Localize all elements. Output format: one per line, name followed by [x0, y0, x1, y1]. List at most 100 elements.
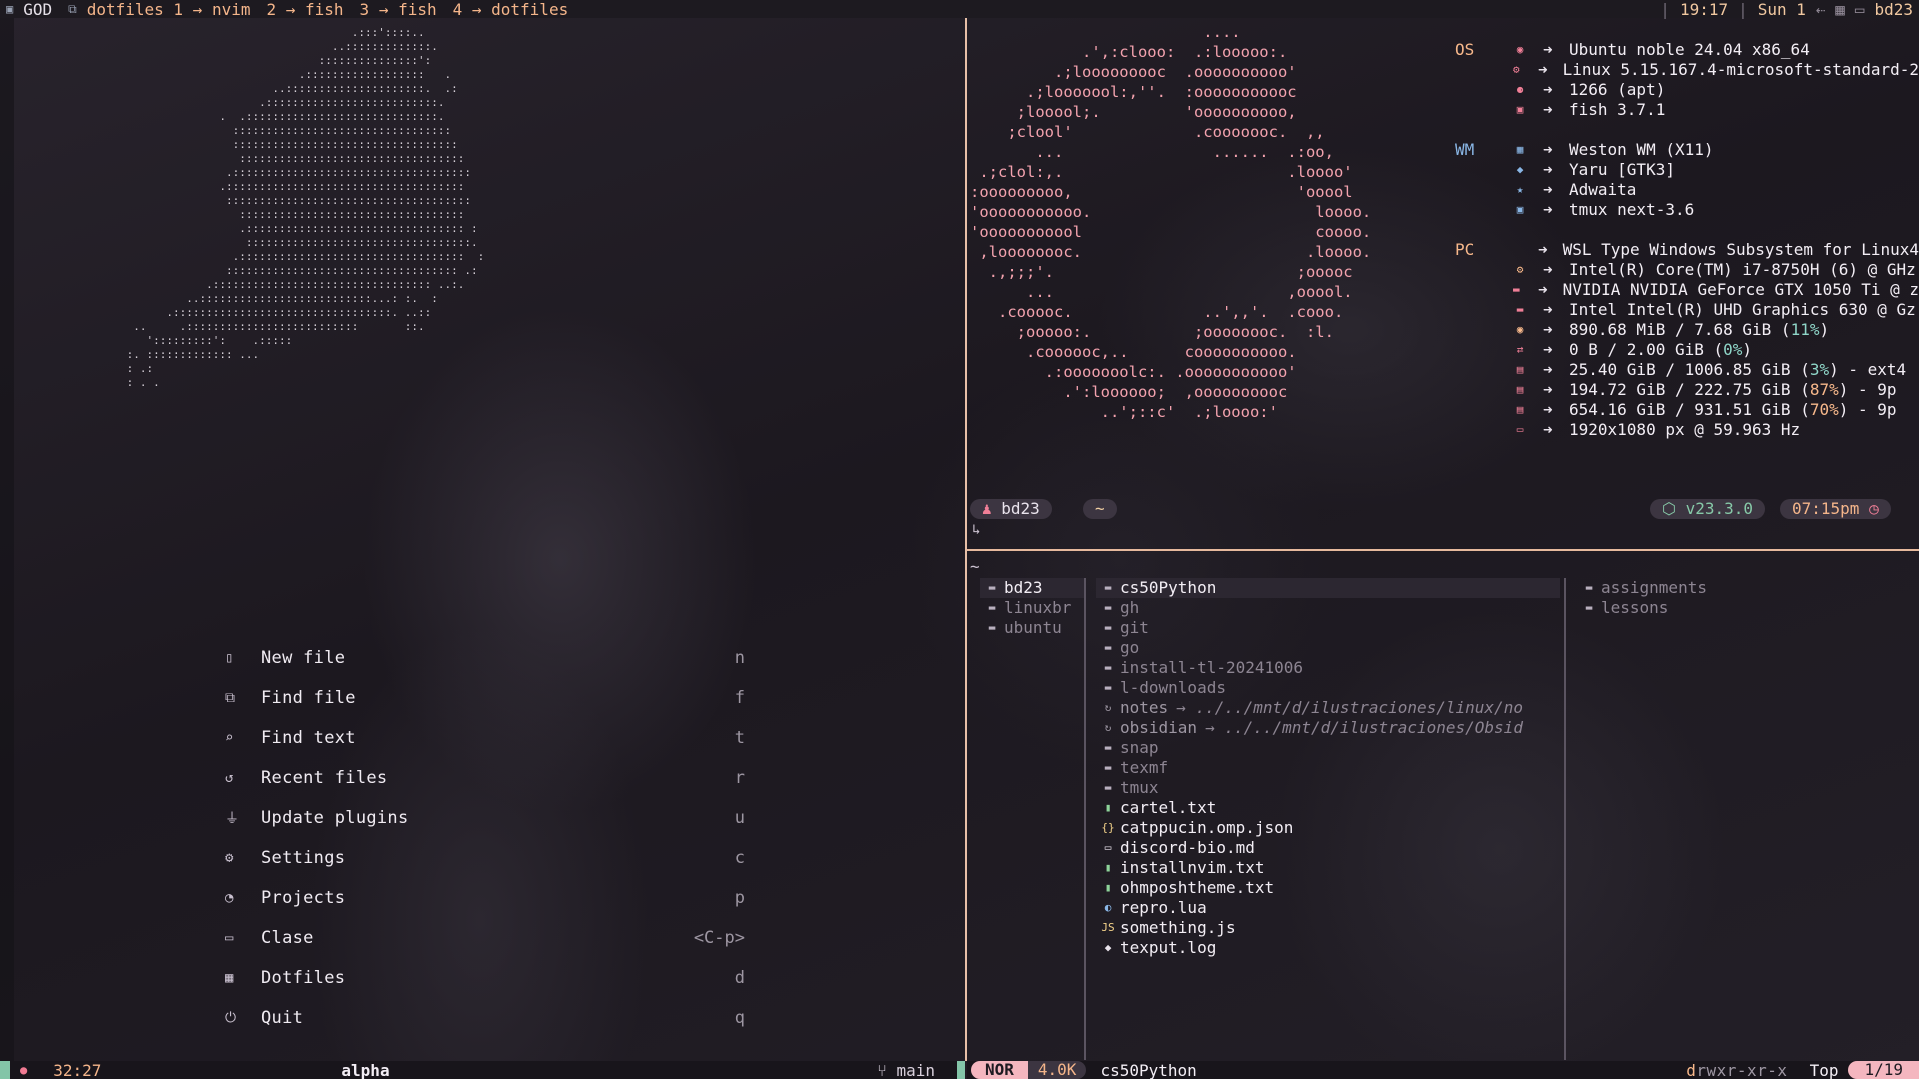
- info-category: [1455, 80, 1497, 100]
- info-category: [1455, 180, 1497, 200]
- folder-icon: ▬: [1104, 781, 1112, 794]
- yazi-entry[interactable]: ▮ ohmposhtheme.txt: [1096, 878, 1560, 898]
- yazi-entry[interactable]: ▬ cs50Python: [1096, 578, 1560, 598]
- yazi-entry-name: lessons: [1601, 598, 1669, 617]
- tmux-window-1[interactable]: dotfiles 1 → nvim: [87, 0, 251, 19]
- info-value: 0 B / 2.00 GiB (0%): [1569, 340, 1752, 360]
- dashboard-item-find-file[interactable]: ⧉ Find file f: [225, 678, 745, 718]
- info-row: ★ ➜ Adwaita: [1455, 180, 1919, 200]
- yazi-entry[interactable]: ↻ notes → ../../mnt/d/ilustraciones/linux/…: [1096, 698, 1560, 718]
- info-value-text: Adwaita: [1569, 180, 1637, 199]
- folder-icon: ▬: [1104, 581, 1112, 594]
- dashboard-item-update-plugins[interactable]: ⏚ Update plugins u: [225, 798, 745, 838]
- pane-divider-vertical[interactable]: [965, 18, 967, 1061]
- gpu-icon: ▬: [1513, 283, 1520, 296]
- dashboard-item-new-file[interactable]: ▯ New file n: [225, 638, 745, 678]
- dashboard-item-dotfiles[interactable]: ▦ Dotfiles d: [225, 958, 745, 998]
- yazi-permissions: drwxr-xr-x: [1686, 1061, 1787, 1079]
- info-row: ▬ ➜ NVIDIA NVIDIA GeForce GTX 1050 Ti @ z: [1455, 280, 1919, 300]
- info-value: tmux next-3.6: [1569, 200, 1694, 220]
- dashboard-item-shortcut: t: [734, 728, 745, 748]
- yazi-link-target: → ../../mnt/d/ilustraciones/linux/no: [1176, 698, 1523, 717]
- info-value: 1920x1080 px @ 59.963 Hz: [1569, 420, 1800, 440]
- info-percent: 0%: [1723, 340, 1743, 359]
- yazi-entry[interactable]: ↻ obsidian → ../../mnt/d/ilustraciones/Obs…: [1096, 718, 1560, 738]
- symlink-icon: ↻: [1104, 721, 1112, 734]
- yazi-entry[interactable]: ▬ l-downloads: [1096, 678, 1560, 698]
- arrow-icon: ➜: [1543, 200, 1553, 219]
- yazi-entry[interactable]: ▬ assignments: [1577, 578, 1912, 598]
- yazi-entry[interactable]: ▬ git: [1096, 618, 1560, 638]
- dashboard-item-label: Dotfiles: [261, 968, 346, 988]
- dashboard-item-label: Clase: [261, 928, 314, 948]
- dashboard-item-label: Quit: [261, 1008, 304, 1028]
- yazi-entry[interactable]: ◐ repro.lua: [1096, 898, 1560, 918]
- yazi-entry[interactable]: ▬ gh: [1096, 598, 1560, 618]
- separator: |: [1660, 0, 1670, 19]
- info-percent: 70%: [1809, 400, 1839, 419]
- yazi-entry[interactable]: ▬ linuxbr: [980, 598, 1084, 618]
- tmux-window-2[interactable]: 2 → fish: [266, 0, 343, 19]
- pane-divider-horizontal[interactable]: [967, 549, 1919, 551]
- yazi-entry[interactable]: ▬ lessons: [1577, 598, 1912, 618]
- yazi-entry-name: gh: [1120, 598, 1140, 617]
- dashboard-item-projects[interactable]: ◔ Projects p: [225, 878, 745, 918]
- tmux-window-3[interactable]: 3 → fish: [360, 0, 437, 19]
- info-row: WM ▦ ➜ Weston WM (X11): [1455, 140, 1919, 160]
- dashboard-item-settings[interactable]: ⚙ Settings c: [225, 838, 745, 878]
- folder-icon: ▬: [1104, 661, 1112, 674]
- info-value: 194.72 GiB / 222.75 GiB (87%) - 9p: [1569, 380, 1897, 400]
- dashboard-item-shortcut: f: [734, 688, 745, 708]
- yazi-entry[interactable]: ▬ texmf: [1096, 758, 1560, 778]
- dashboard-item-recent-files[interactable]: ↺ Recent files r: [225, 758, 745, 798]
- swap-icon: ⇄: [1516, 343, 1524, 356]
- info-value-text: Intel Intel(R) UHD Graphics 630 @ Gz: [1569, 300, 1916, 319]
- ubuntu-icon: ◉: [1516, 43, 1524, 56]
- yazi-entry[interactable]: ▮ cartel.txt: [1096, 798, 1560, 818]
- yazi-entry[interactable]: JS something.js: [1096, 918, 1560, 938]
- yazi-entry[interactable]: ▬ go: [1096, 638, 1560, 658]
- dashboard-item-quit[interactable]: ⏻ Quit q: [225, 998, 745, 1038]
- gear-icon: ⚙: [225, 850, 234, 866]
- yazi-entry-name: texput.log: [1120, 938, 1217, 957]
- dashboard-item-find-text[interactable]: ⌕ Find text t: [225, 718, 745, 758]
- ascii-art-text: .:::'::::.. ..:::::::::::::. :::::::::::…: [126, 26, 485, 389]
- cpu-icon: ⚙: [1516, 263, 1524, 276]
- yazi-entry-name: bd23: [1004, 578, 1043, 597]
- yazi-entry[interactable]: ▭ discord-bio.md: [1096, 838, 1560, 858]
- yazi-entry[interactable]: ▬ ubuntu: [980, 618, 1084, 638]
- disk-icon: ▤: [1516, 383, 1524, 396]
- info-value-tail: ) - ext4: [1829, 360, 1907, 379]
- yazi-entry[interactable]: ▬ install-tl-20241006: [1096, 658, 1560, 678]
- dashboard-item-label: Settings: [261, 848, 346, 868]
- info-row: ▬ ➜ Intel Intel(R) UHD Graphics 630 @ Gz: [1455, 300, 1919, 320]
- folder-icon: ▬: [988, 581, 996, 594]
- yazi-entry[interactable]: ▮ installnvim.txt: [1096, 858, 1560, 878]
- tmux-clock: 19:17: [1679, 0, 1729, 19]
- info-value-tail: ): [1819, 320, 1830, 339]
- tmux-window-4[interactable]: 4 → dotfiles: [453, 0, 569, 19]
- yazi-entry[interactable]: ▬ tmux: [1096, 778, 1560, 798]
- info-value: Intel(R) Core(TM) i7-8750H (6) @ GHz: [1569, 260, 1916, 280]
- arrow-icon: ➜: [1543, 320, 1553, 339]
- info-value-text: Weston WM (X11): [1569, 140, 1714, 159]
- dashboard-item-label: Update plugins: [261, 808, 409, 828]
- windows-icon: ▦: [1516, 143, 1524, 156]
- yazi-entry[interactable]: ▬ snap: [1096, 738, 1560, 758]
- tmux-session-name[interactable]: GOD: [23, 0, 52, 19]
- info-category: WM: [1455, 140, 1475, 159]
- statusline-end: [957, 1061, 965, 1079]
- yazi-entry[interactable]: ▬ bd23: [980, 578, 1084, 598]
- yazi-parent-column: ▬ bd23 ▬ linuxbr ▬ ubuntu: [980, 578, 1084, 638]
- left-gutter: [0, 18, 14, 1061]
- yazi-divider: [1564, 578, 1566, 1060]
- info-value: Linux 5.15.167.4-microsoft-standard-2: [1563, 60, 1919, 80]
- terminal-icon: ▣: [1516, 203, 1524, 216]
- info-row: PC ➜ WSL Type Windows Subsystem for Linux…: [1455, 240, 1919, 260]
- arrow-icon: ➜: [1543, 340, 1553, 359]
- arrow-icon: ➜: [1538, 60, 1548, 79]
- prompt-caret[interactable]: ↳: [972, 522, 980, 538]
- yazi-entry[interactable]: {} catppucin.omp.json: [1096, 818, 1560, 838]
- dashboard-item-clase[interactable]: ▭ Clase <C-p>: [225, 918, 745, 958]
- yazi-entry[interactable]: ◆ texput.log: [1096, 938, 1560, 958]
